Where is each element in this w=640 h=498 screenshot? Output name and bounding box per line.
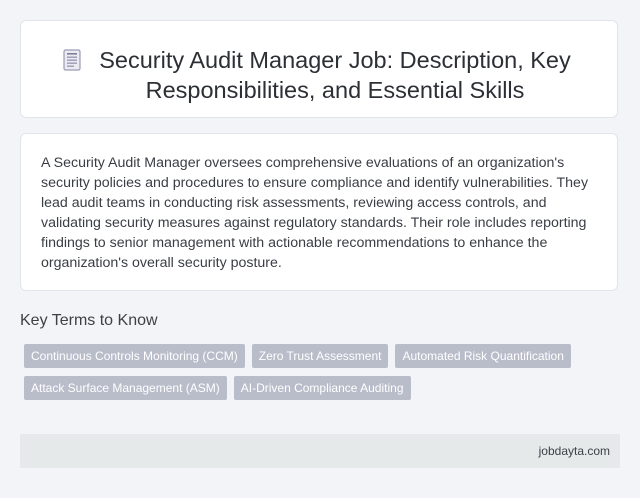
key-terms-list: Continuous Controls Monitoring (CCM) Zer… (24, 344, 620, 408)
key-terms-row: Attack Surface Management (ASM) AI-Drive… (24, 376, 620, 400)
key-term-tag[interactable]: Attack Surface Management (ASM) (24, 376, 227, 400)
footer-site-link[interactable]: jobdayta.com (539, 444, 610, 458)
key-terms-row: Continuous Controls Monitoring (CCM) Zer… (24, 344, 620, 368)
key-term-tag[interactable]: Automated Risk Quantification (395, 344, 571, 368)
key-term-tag[interactable]: AI-Driven Compliance Auditing (233, 376, 411, 400)
footer-bar: jobdayta.com (20, 434, 620, 468)
job-description: A Security Audit Manager oversees compre… (41, 155, 589, 271)
key-term-tag[interactable]: Zero Trust Assessment (251, 344, 389, 368)
key-term-tag[interactable]: Continuous Controls Monitoring (CCM) (24, 344, 245, 368)
title-card: Security Audit Manager Job: Description,… (20, 20, 618, 118)
page-title: Security Audit Manager Job: Description,… (99, 47, 571, 103)
description-card: A Security Audit Manager oversees compre… (20, 133, 618, 291)
key-terms-heading: Key Terms to Know (20, 312, 158, 329)
